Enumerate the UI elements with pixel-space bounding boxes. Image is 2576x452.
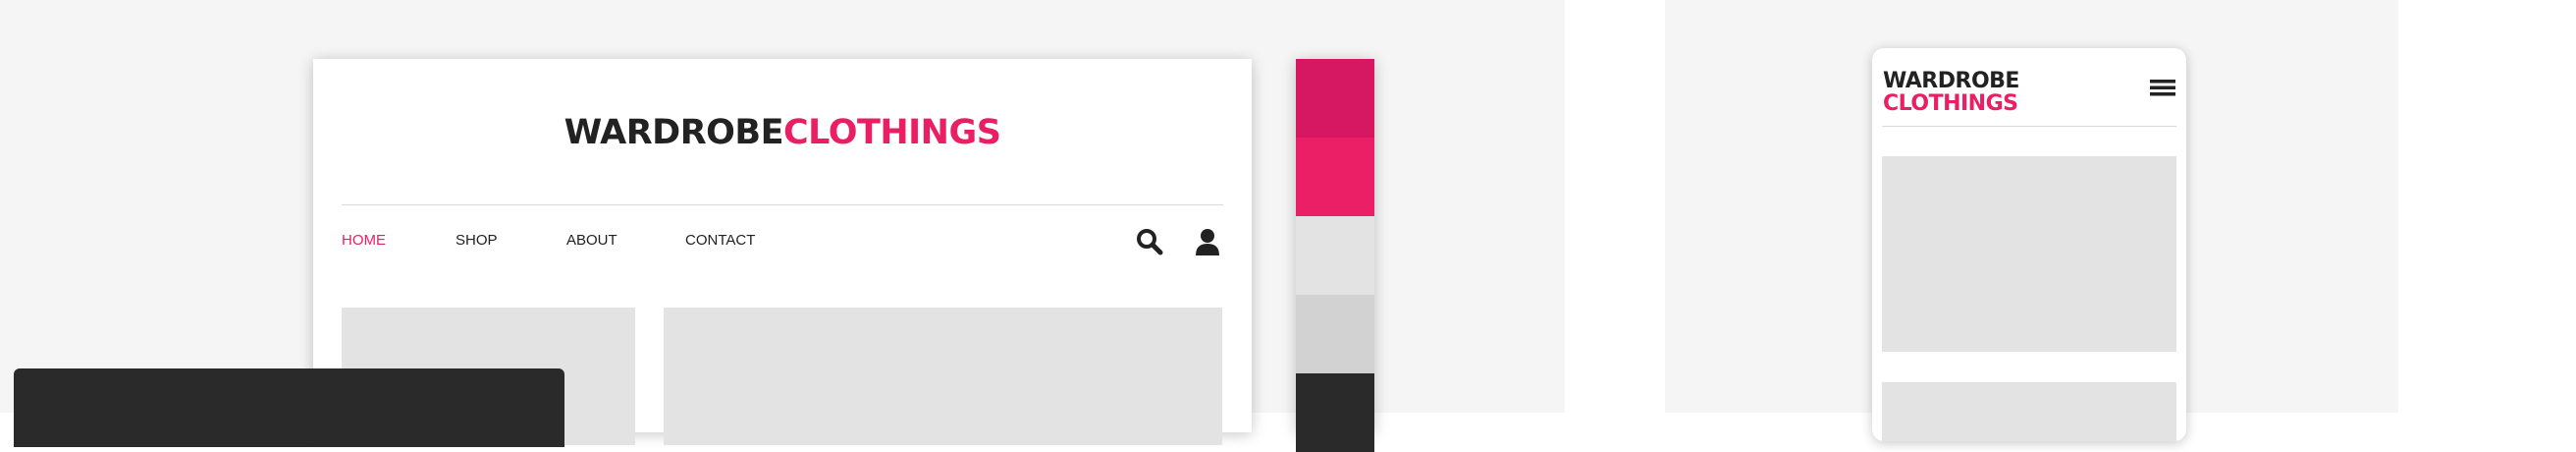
logo-part-clothings: CLOTHINGS: [783, 113, 1001, 152]
mobile-content-placeholder-1: [1882, 156, 2176, 352]
logo-part-wardrobe: WARDROBE: [564, 113, 784, 152]
swatch-dark-pink: [1296, 59, 1374, 138]
nav-link-home[interactable]: HOME: [342, 226, 386, 255]
search-icon[interactable]: [1136, 228, 1163, 255]
mobile-logo-part-clothings: CLOTHINGS: [1883, 91, 2018, 116]
nav-link-contact[interactable]: CONTACT: [685, 226, 755, 255]
mobile-site-logo[interactable]: WARDROBE CLOTHINGS: [1883, 70, 2019, 115]
site-logo[interactable]: WARDROBECLOTHINGS: [313, 116, 1252, 150]
nav-link-about[interactable]: ABOUT: [566, 226, 617, 255]
swatch-charcoal: [1296, 373, 1374, 452]
main-nav: HOME SHOP ABOUT CONTACT: [342, 226, 1223, 255]
user-icon[interactable]: [1194, 228, 1221, 255]
nav-divider: [342, 204, 1223, 205]
hamburger-menu-icon[interactable]: [2150, 77, 2175, 98]
mobile-logo-part-wardrobe: WARDROBE: [1883, 69, 2019, 93]
swatch-gray: [1296, 295, 1374, 373]
mobile-nav-divider: [1882, 126, 2176, 127]
swatch-pink: [1296, 138, 1374, 216]
color-palette: [1296, 59, 1374, 452]
content-placeholder-large: [664, 308, 1222, 445]
mobile-content-placeholder-2: [1882, 382, 2176, 441]
swatch-light-gray: [1296, 216, 1374, 295]
mobile-mockup: WARDROBE CLOTHINGS: [1872, 48, 2186, 441]
nav-link-shop[interactable]: SHOP: [456, 226, 498, 255]
dark-panel: [14, 368, 564, 447]
